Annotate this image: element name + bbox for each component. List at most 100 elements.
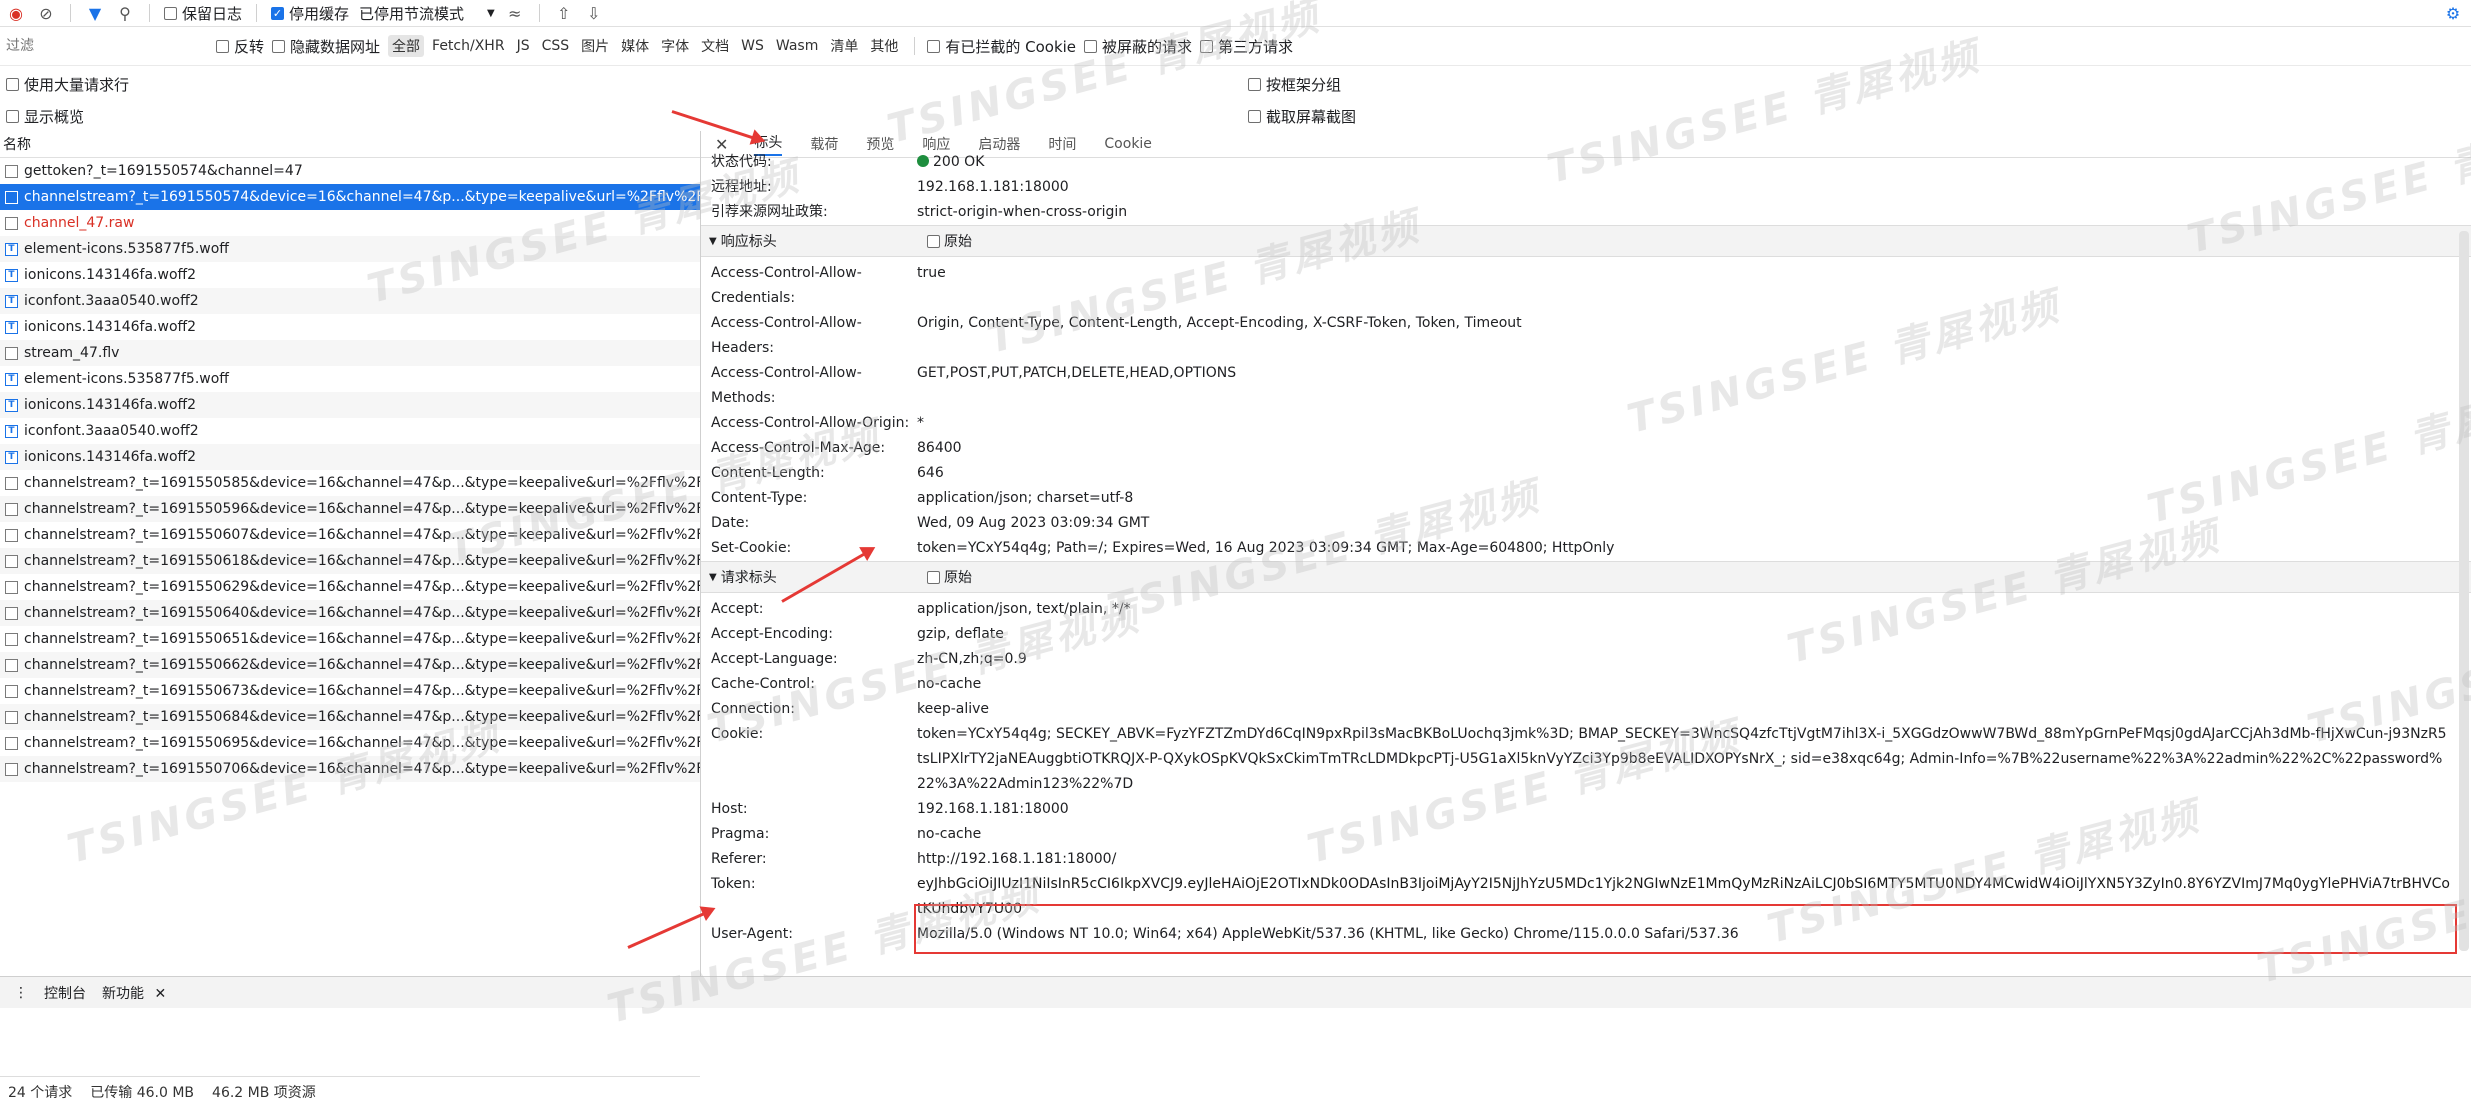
request-name: channelstream?_t=1691550651&device=16&ch… [24, 631, 700, 647]
export-har-icon[interactable]: ⇩ [584, 3, 604, 23]
scrollbar[interactable] [2459, 231, 2469, 951]
header-value: Origin, Content-Type, Content-Length, Ac… [917, 315, 1522, 331]
request-name: channelstream?_t=1691550585&device=16&ch… [24, 475, 700, 491]
request-name: channelstream?_t=1691550629&device=16&ch… [24, 579, 700, 595]
search-icon[interactable]: ⚲ [115, 3, 135, 23]
request-row[interactable]: gettoken?_t=1691550574&channel=47 [0, 158, 700, 184]
request-row[interactable]: channelstream?_t=1691550651&device=16&ch… [0, 626, 700, 652]
request-row[interactable]: channel_47.raw [0, 210, 700, 236]
request-row[interactable]: channelstream?_t=1691550673&device=16&ch… [0, 678, 700, 704]
request-row[interactable]: channelstream?_t=1691550684&device=16&ch… [0, 704, 700, 730]
request-row[interactable]: channelstream?_t=1691550706&device=16&ch… [0, 756, 700, 782]
request-row[interactable]: Ticonfont.3aaa0540.woff2 [0, 418, 700, 444]
filter-icon[interactable]: ▼ [85, 3, 105, 23]
filter-type-2[interactable]: JS [513, 37, 534, 55]
request-list-pane: 名称 gettoken?_t=1691550574&channel=47 chan… [0, 131, 701, 1101]
filter-type-7[interactable]: 文档 [697, 35, 733, 57]
filter-type-11[interactable]: 其他 [866, 35, 902, 57]
font-file-icon: T [5, 268, 18, 282]
request-row[interactable]: Telement-icons.535877f5.woff [0, 366, 700, 392]
header-value: 192.168.1.181:18000 [917, 179, 1069, 195]
header-row: Referer: http://192.168.1.181:18000/ [701, 847, 2471, 872]
header-name: Content-Length: [711, 465, 825, 481]
request-row[interactable]: Telement-icons.535877f5.woff [0, 236, 700, 262]
request-name: channelstream?_t=1691550607&device=16&ch… [24, 527, 700, 543]
filter-type-5[interactable]: 媒体 [617, 35, 653, 57]
invert-checkbox[interactable]: 反转 [216, 36, 264, 57]
filter-type-8[interactable]: WS [737, 37, 768, 55]
header-value: application/json, text/plain, */* [917, 601, 1131, 617]
request-headers-list: Accept: application/json, text/plain, */*… [701, 593, 2471, 947]
close-icon[interactable]: ✕ [154, 986, 166, 1002]
header-row: 引荐来源网址政策: strict-origin-when-cross-origin [701, 200, 2471, 225]
status-ok-icon [917, 155, 929, 167]
whats-new-tab[interactable]: 新功能 ✕ [102, 983, 166, 1003]
preserve-log-checkbox[interactable]: 保留日志 [164, 3, 242, 24]
header-value: 192.168.1.181:18000 [917, 801, 1069, 817]
request-headers-section[interactable]: ▼ 请求标头 原始 [701, 561, 2471, 593]
import-har-icon[interactable]: ⇧ [554, 3, 574, 23]
header-name: Access-Control-Max-Age: [711, 440, 886, 456]
throttle-select[interactable]: 已停用节流模式 ▼ [359, 3, 495, 24]
request-row[interactable]: Tionicons.143146fa.woff2 [0, 314, 700, 340]
request-row[interactable]: channelstream?_t=1691550629&device=16&ch… [0, 574, 700, 600]
filter-type-1[interactable]: Fetch/XHR [428, 37, 509, 55]
header-value: 86400 [917, 440, 962, 456]
request-row[interactable]: Ticonfont.3aaa0540.woff2 [0, 288, 700, 314]
settings-gear-icon[interactable]: ⚙ [2443, 3, 2463, 23]
response-headers-section[interactable]: ▼ 响应标头 原始 [701, 225, 2471, 257]
document-icon [5, 502, 18, 516]
options-row-2: 显示概览 截取屏幕截图 [0, 98, 2471, 130]
filter-type-3[interactable]: CSS [538, 37, 574, 55]
document-icon [5, 736, 18, 750]
blocked-cookies-checkbox[interactable]: 有已拦截的 Cookie [927, 36, 1076, 57]
third-party-checkbox[interactable]: 第三方请求 [1200, 36, 1293, 57]
expand-triangle-icon: ▼ [709, 571, 717, 583]
request-row[interactable]: channelstream?_t=1691550574&device=16&ch… [0, 184, 700, 210]
filter-bar: 反转 隐藏数据网址 全部Fetch/XHRJSCSS图片媒体字体文档WSWasm… [0, 27, 2471, 66]
record-icon[interactable]: ◉ [6, 3, 26, 23]
request-row[interactable]: channelstream?_t=1691550662&device=16&ch… [0, 652, 700, 678]
large-rows-checkbox[interactable]: 使用大量请求行 [6, 74, 129, 95]
request-row[interactable]: Tionicons.143146fa.woff2 [0, 444, 700, 470]
request-row[interactable]: channelstream?_t=1691550585&device=16&ch… [0, 470, 700, 496]
filter-type-0[interactable]: 全部 [388, 35, 425, 57]
request-row[interactable]: stream_47.flv [0, 340, 700, 366]
request-row[interactable]: channelstream?_t=1691550640&device=16&ch… [0, 600, 700, 626]
disable-cache-checkbox[interactable]: ✓ 停用缓存 [271, 3, 349, 24]
name-column-header[interactable]: 名称 [0, 131, 700, 158]
request-row[interactable]: channelstream?_t=1691550618&device=16&ch… [0, 548, 700, 574]
wifi-settings-icon[interactable]: ≈ [505, 3, 525, 23]
document-icon [5, 216, 18, 230]
request-row[interactable]: Tionicons.143146fa.woff2 [0, 262, 700, 288]
blocked-requests-checkbox[interactable]: 被屏蔽的请求 [1084, 36, 1192, 57]
header-row: Access-Control-Allow-Origin: * [701, 411, 2471, 436]
filter-type-4[interactable]: 图片 [577, 35, 613, 57]
drawer-menu-icon[interactable]: ⋮ [14, 985, 28, 1001]
group-by-frame-checkbox[interactable]: 按框架分组 [1248, 74, 1341, 95]
hide-data-urls-checkbox[interactable]: 隐藏数据网址 [272, 36, 380, 57]
request-name: channelstream?_t=1691550618&device=16&ch… [24, 553, 700, 569]
header-row: Access-Control-Allow-Methods: GET,POST,PU… [701, 361, 2471, 411]
filter-type-10[interactable]: 清单 [826, 35, 862, 57]
clear-icon[interactable]: ⊘ [36, 3, 56, 23]
request-row[interactable]: channelstream?_t=1691550607&device=16&ch… [0, 522, 700, 548]
capture-screenshots-checkbox[interactable]: 截取屏幕截图 [1248, 106, 1356, 127]
document-icon [5, 710, 18, 724]
header-row: Date: Wed, 09 Aug 2023 03:09:34 GMT [701, 511, 2471, 536]
request-row[interactable]: Tionicons.143146fa.woff2 [0, 392, 700, 418]
header-row: Access-Control-Allow-Credentials: true [701, 261, 2471, 311]
response-raw-checkbox[interactable]: 原始 [927, 231, 972, 251]
request-name: ionicons.143146fa.woff2 [24, 449, 197, 465]
filter-type-6[interactable]: 字体 [657, 35, 693, 57]
header-name: User-Agent: [711, 926, 793, 942]
request-raw-checkbox[interactable]: 原始 [927, 567, 972, 587]
header-value: GET,POST,PUT,PATCH,DELETE,HEAD,OPTIONS [917, 365, 1237, 381]
filter-input[interactable] [4, 34, 208, 58]
show-overview-checkbox[interactable]: 显示概览 [6, 106, 84, 127]
console-tab[interactable]: 控制台 [44, 983, 86, 1003]
header-name: 远程地址: [711, 179, 772, 195]
request-row[interactable]: channelstream?_t=1691550596&device=16&ch… [0, 496, 700, 522]
request-row[interactable]: channelstream?_t=1691550695&device=16&ch… [0, 730, 700, 756]
filter-type-9[interactable]: Wasm [772, 37, 822, 55]
